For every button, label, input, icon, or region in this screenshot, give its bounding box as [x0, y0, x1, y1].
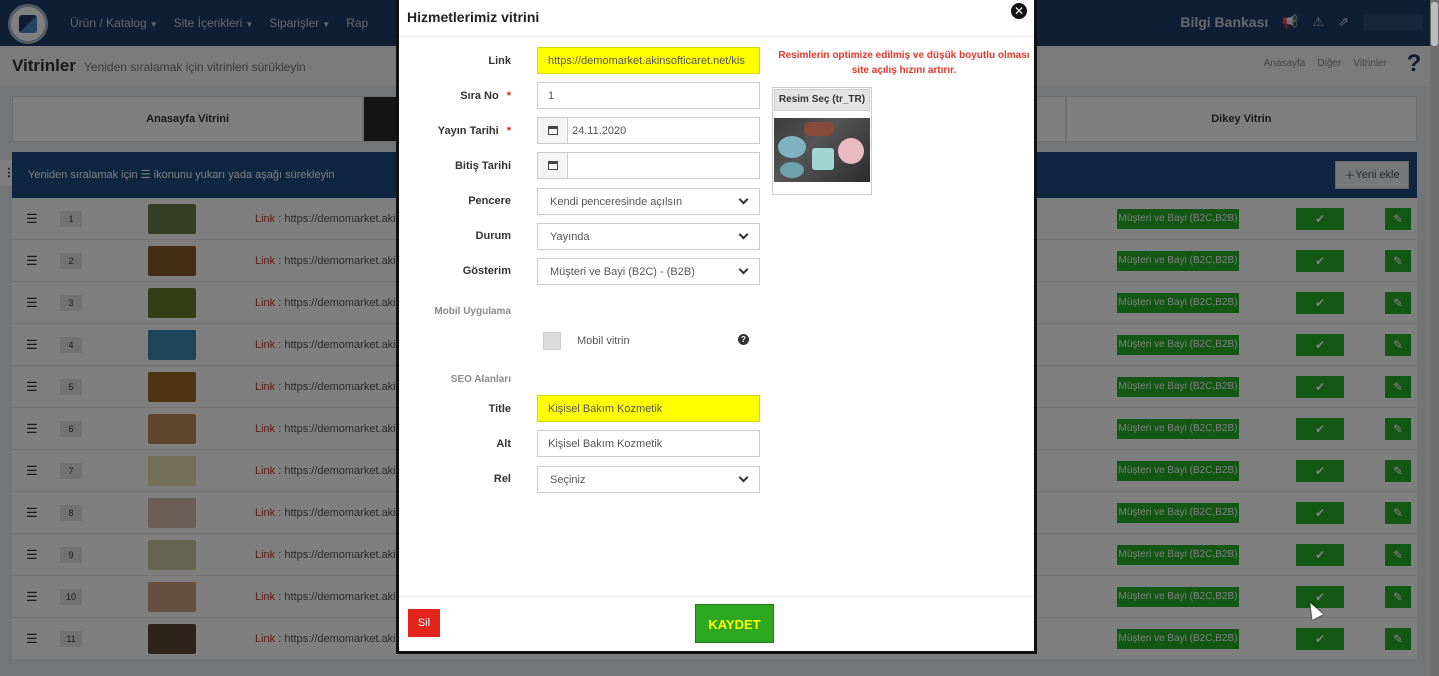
question-icon[interactable]: ?	[738, 334, 749, 345]
publish-date-input[interactable]: 24.11.2020	[568, 118, 626, 143]
calendar-icon[interactable]	[538, 118, 568, 143]
window-select[interactable]: Kendi penceresinde açılsın	[537, 188, 760, 215]
window-label: Pencere	[468, 195, 511, 207]
seo-rel-select[interactable]: Seçiniz	[537, 466, 760, 493]
order-label: Sıra No *	[460, 90, 511, 102]
select-image-button[interactable]: Resim Seç (tr_TR)	[774, 89, 870, 111]
scrollbar[interactable]	[1430, 0, 1439, 676]
close-icon[interactable]: ✕	[1010, 2, 1028, 20]
divider	[399, 596, 1034, 597]
seo-section-title: SEO Alanları	[450, 374, 511, 385]
publish-date-label: Yayın Tarihi *	[437, 125, 511, 137]
chevron-down-icon	[738, 472, 749, 483]
seo-alt-input[interactable]: Kişisel Bakım Kozmetik	[537, 430, 760, 457]
seo-alt-label: Alt	[496, 438, 511, 450]
seo-title-input[interactable]: Kişisel Bakım Kozmetik	[537, 395, 760, 422]
calendar-icon[interactable]	[538, 153, 568, 178]
seo-rel-label: Rel	[493, 473, 511, 485]
delete-button[interactable]: Sil	[408, 609, 440, 637]
chevron-down-icon	[738, 264, 749, 275]
link-input[interactable]: https://demomarket.akinsofticaret.net/ki…	[537, 47, 760, 74]
seo-title-label: Title	[488, 403, 511, 415]
mobile-showcase-checkbox[interactable]	[543, 332, 561, 350]
mobile-showcase-label: Mobil vitrin	[577, 335, 630, 347]
showcase-edit-modal: Hizmetlerimiz vitrini ✕ Link https://dem…	[396, 0, 1037, 654]
save-button[interactable]: KAYDET	[695, 604, 774, 643]
status-label: Durum	[475, 230, 511, 242]
display-label: Gösterim	[462, 265, 511, 277]
end-date-label: Bitiş Tarihi	[454, 160, 511, 172]
image-optimization-warning: Resimlerin optimize edilmiş ve düşük boy…	[778, 50, 1030, 76]
status-select[interactable]: Yayında	[537, 223, 760, 250]
divider	[399, 36, 1034, 37]
image-picker: Resim Seç (tr_TR)	[772, 87, 872, 195]
order-input[interactable]: 1	[537, 82, 760, 109]
display-select[interactable]: Müşteri ve Bayi (B2C) - (B2B)	[537, 258, 760, 285]
modal-title: Hizmetlerimiz vitrini	[407, 9, 540, 25]
end-date-input[interactable]	[568, 153, 572, 178]
chevron-down-icon	[738, 229, 749, 240]
link-label: Link	[488, 55, 511, 67]
chevron-down-icon	[738, 194, 749, 205]
mobile-section-title: Mobil Uygulama	[434, 306, 511, 317]
end-date-field[interactable]	[537, 152, 760, 179]
publish-date-field[interactable]: 24.11.2020	[537, 117, 760, 144]
image-preview	[774, 118, 870, 182]
